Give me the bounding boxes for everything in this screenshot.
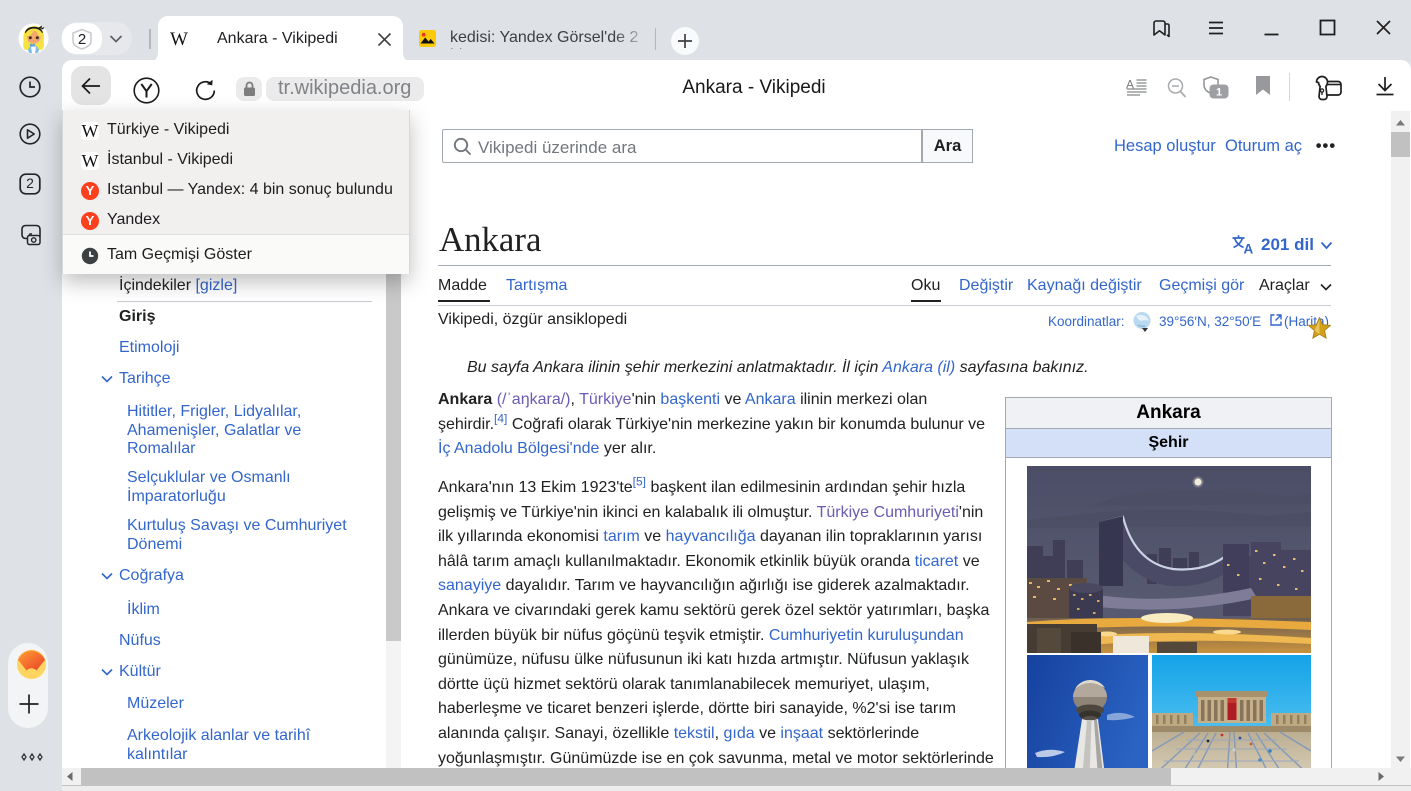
svg-text:A: A <box>1244 242 1254 255</box>
svg-text:1: 1 <box>1216 87 1222 99</box>
svg-text:2: 2 <box>78 31 86 48</box>
